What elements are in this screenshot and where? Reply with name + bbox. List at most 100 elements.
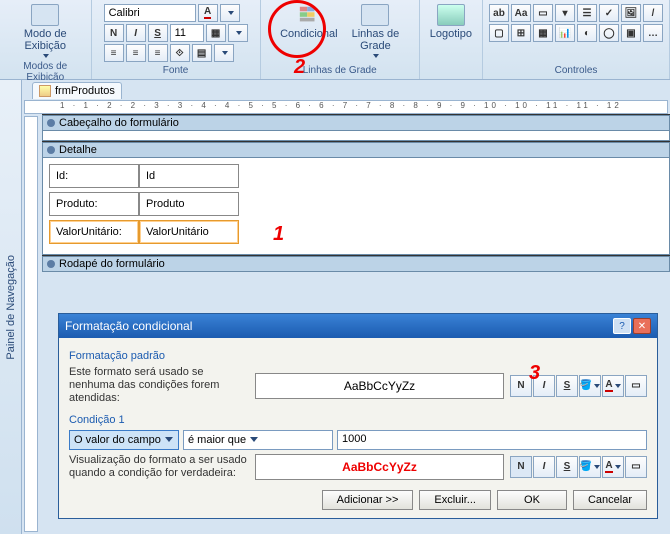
cond-fontcolor-button[interactable]: A [602, 456, 624, 478]
view-mode-button[interactable]: Modo de Exibição [18, 2, 73, 60]
condition-operator-combo[interactable]: é maior que [183, 430, 333, 450]
altfill-button[interactable]: ▤ [192, 44, 212, 62]
ribbon-group-font: Calibri A N I S 11 ▦ ≡ ≡ ≡ ⟐ ▤ Fonte [92, 0, 261, 79]
form-tab-label: frmProdutos [55, 85, 115, 97]
ribbon-group-label-font: Fonte [96, 64, 256, 77]
gridlines-label: Linhas de Grade [352, 28, 400, 52]
band-header-formfooter[interactable]: Rodapé do formulário [42, 256, 670, 272]
control-button-icon[interactable]: ▭ [533, 4, 553, 22]
label-valorunitario[interactable]: ValorUnitário: [49, 220, 139, 244]
fill-color-button[interactable]: ▦ [206, 24, 226, 42]
form-icon [39, 85, 51, 97]
detail-band: Detalhe Id: Id Produto: Produto ValorUni… [42, 141, 670, 255]
cond-fill-button[interactable]: 🪣 [579, 456, 601, 478]
condition-field-combo[interactable]: O valor do campo [69, 430, 179, 450]
control-label-icon[interactable]: Aa [511, 4, 531, 22]
gridlines-icon [361, 4, 389, 26]
default-underline-button[interactable]: S [556, 375, 578, 397]
delete-condition-button[interactable]: Excluir... [419, 490, 491, 510]
form-footer-band: Rodapé do formulário [42, 255, 670, 272]
default-format-desc: Este formato será usado se nenhuma das c… [69, 366, 249, 406]
default-fontcolor-button[interactable]: A [602, 375, 624, 397]
vertical-ruler [24, 116, 38, 532]
navigation-panel[interactable]: Painel de Navegação [0, 80, 22, 534]
control-textbox-icon[interactable]: ab [489, 4, 509, 22]
default-enabled-button[interactable]: ▭ [625, 375, 647, 397]
conditional-format-button[interactable]: Condicional [274, 2, 343, 42]
control-chart-icon[interactable]: 📊 [555, 24, 575, 42]
control-sub-icon[interactable]: ▦ [533, 24, 553, 42]
default-fill-button[interactable]: 🪣 [579, 375, 601, 397]
condition-format-desc: Visualização do formato a ser usado quan… [69, 454, 249, 480]
navigation-panel-label: Painel de Navegação [5, 255, 17, 360]
logo-button[interactable]: Logotipo [424, 2, 478, 42]
section-default-format: Formatação padrão [69, 350, 647, 362]
gridlines-button[interactable]: Linhas de Grade [346, 2, 406, 60]
field-produto[interactable]: Produto [139, 192, 239, 216]
view-mode-label: Modo de Exibição [24, 28, 67, 52]
conditional-label: Condicional [280, 28, 337, 40]
align-left-button[interactable]: ≡ [104, 44, 124, 62]
condition-format-tools: N I S 🪣 A ▭ [510, 456, 647, 478]
bold-button[interactable]: N [104, 24, 124, 42]
horizontal-ruler: 1 · 1 · 2 · 2 · 3 · 3 · 4 · 4 · 5 · 5 · … [24, 100, 668, 114]
font-color-button[interactable]: A [198, 4, 218, 22]
field-valorunitario[interactable]: ValorUnitário [139, 220, 239, 244]
control-check-icon[interactable]: ✓ [599, 4, 619, 22]
add-condition-button[interactable]: Adicionar >> [322, 490, 414, 510]
italic-button[interactable]: I [126, 24, 146, 42]
control-tab-icon[interactable]: ⊞ [511, 24, 531, 42]
align-center-button[interactable]: ≡ [126, 44, 146, 62]
control-image-icon[interactable]: 🖼 [621, 4, 641, 22]
ribbon-group-label-controls: Controles [487, 64, 665, 77]
font-family-select[interactable]: Calibri [104, 4, 196, 22]
font-size-select[interactable]: 11 [170, 24, 204, 42]
underline-button[interactable]: S [148, 24, 168, 42]
cond-bold-button[interactable]: N [510, 456, 532, 478]
conditional-formatting-dialog: Formatação condicional ? ✕ Formatação pa… [58, 313, 658, 519]
dialog-titlebar: Formatação condicional ? ✕ [59, 314, 657, 338]
section-condition-1: Condição 1 [69, 414, 647, 426]
logo-label: Logotipo [430, 28, 472, 40]
condition-format-preview: AaBbCcYyZz [255, 454, 504, 480]
close-button[interactable]: ✕ [633, 318, 651, 334]
default-format-tools: N I S 🪣 A ▭ [510, 375, 647, 397]
format-painter-button[interactable]: ⟐ [170, 44, 190, 62]
control-rect-icon[interactable]: ▢ [489, 24, 509, 42]
default-bold-button[interactable]: N [510, 375, 532, 397]
control-line-icon[interactable]: / [643, 4, 663, 22]
ok-button[interactable]: OK [497, 490, 567, 510]
dialog-button-row: Adicionar >> Excluir... OK Cancelar [69, 490, 647, 510]
view-mode-icon [31, 4, 59, 26]
control-combo-icon[interactable]: ▾ [555, 4, 575, 22]
conditional-icon [298, 4, 320, 26]
cond-italic-button[interactable]: I [533, 456, 555, 478]
band-header-detail[interactable]: Detalhe [42, 142, 670, 158]
ribbon-group-grid: Condicional Linhas de Grade Linhas de Gr… [261, 0, 420, 79]
ribbon-group-logo: Logotipo [420, 0, 483, 79]
band-header-formheader[interactable]: Cabeçalho do formulário [42, 115, 670, 131]
default-format-preview: AaBbCcYyZz [255, 373, 504, 399]
control-list-icon[interactable]: ☰ [577, 4, 597, 22]
chevron-down-icon [43, 54, 49, 58]
ribbon: Modo de Exibição Modos de Exibição Calib… [0, 0, 670, 80]
default-italic-button[interactable]: I [533, 375, 555, 397]
label-produto[interactable]: Produto: [49, 192, 139, 216]
control-frame-icon[interactable]: ▣ [621, 24, 641, 42]
condition-value-input[interactable]: 1000 [337, 430, 647, 450]
help-button[interactable]: ? [613, 318, 631, 334]
cancel-button[interactable]: Cancelar [573, 490, 647, 510]
field-id[interactable]: Id [139, 164, 239, 188]
dialog-title: Formatação condicional [65, 319, 192, 333]
form-header-band: Cabeçalho do formulário [42, 114, 670, 141]
label-id[interactable]: Id: [49, 164, 139, 188]
form-tab[interactable]: frmProdutos [32, 82, 122, 99]
logo-icon [437, 4, 465, 26]
control-toggle-icon[interactable]: ◐ [577, 24, 597, 42]
cond-underline-button[interactable]: S [556, 456, 578, 478]
control-more-icon[interactable]: … [643, 24, 663, 42]
align-right-button[interactable]: ≡ [148, 44, 168, 62]
document-tabs: frmProdutos [22, 80, 670, 100]
control-option-icon[interactable]: ◯ [599, 24, 619, 42]
cond-enabled-button[interactable]: ▭ [625, 456, 647, 478]
